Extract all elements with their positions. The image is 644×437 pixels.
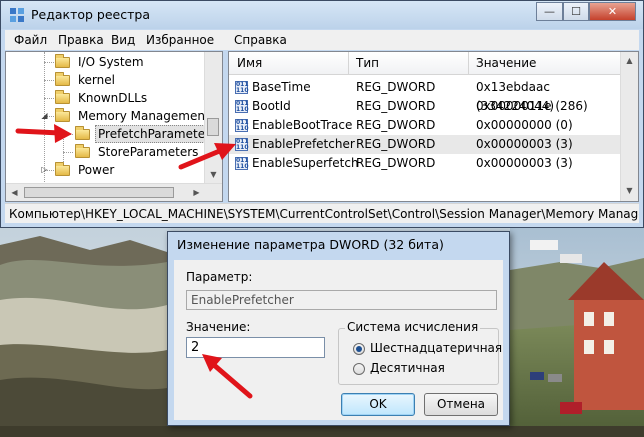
registry-tree-pane[interactable]: I/O System kernel KnownDLLs ◢ Memory Man…: [5, 51, 223, 202]
value-type: REG_DWORD: [356, 99, 436, 113]
tree-guide-line: [63, 134, 73, 135]
registry-values-pane[interactable]: Имя Тип Значение 011 110 BaseTime REG_DWO…: [228, 51, 639, 202]
radix-group-label: Система исчисления: [345, 320, 481, 334]
value-type: REG_DWORD: [356, 80, 436, 94]
column-divider[interactable]: [468, 52, 469, 74]
value-name: BootId: [252, 99, 291, 113]
value-data: 0x00000003 (3): [476, 137, 573, 151]
folder-icon: [75, 126, 90, 140]
tree-item-label: KnownDLLs: [78, 91, 148, 105]
folder-icon: [55, 90, 70, 104]
column-data-header[interactable]: Значение: [476, 56, 536, 70]
scroll-down-arrow-icon[interactable]: ▼: [621, 186, 638, 195]
reg-dword-icon: 011 110: [235, 157, 249, 170]
tree-item-label: I/O System: [78, 55, 144, 69]
expand-arrow-icon[interactable]: ▷: [40, 165, 49, 174]
reg-dword-icon: 011 110: [235, 138, 249, 151]
decimal-radio[interactable]: [353, 363, 365, 375]
value-data: 0x00000003 (3): [476, 156, 573, 170]
tree-guide-line: [44, 98, 54, 99]
registry-editor-icon: [10, 8, 24, 22]
reg-dword-icon: 011 110: [235, 81, 249, 94]
value-row-basetime[interactable]: 011 110 BaseTime REG_DWORD 0x13ebdaac (33…: [229, 78, 621, 113]
value-data: 0x00000000 (0): [476, 118, 573, 132]
menu-favorites[interactable]: Избранное: [146, 33, 214, 47]
parameter-label: Параметр:: [186, 270, 253, 284]
scrollbar-thumb[interactable]: [24, 187, 174, 198]
value-row-enablesuperfetch[interactable]: 011 110 EnableSuperfetch REG_DWORD 0x0000…: [229, 154, 621, 173]
value-type: REG_DWORD: [356, 156, 436, 170]
folder-icon: [55, 162, 70, 176]
value-name: EnableBootTrace: [252, 118, 353, 132]
scrollbar-thumb[interactable]: [207, 118, 219, 136]
close-button[interactable]: ✕: [589, 2, 636, 21]
decimal-radio-label[interactable]: Десятичная: [370, 361, 445, 375]
edit-dword-dialog: Изменение параметра DWORD (32 бита) Пара…: [167, 231, 510, 426]
status-bar-path: Компьютер\HKEY_LOCAL_MACHINE\SYSTEM\Curr…: [5, 203, 639, 223]
value-name: EnablePrefetcher: [252, 137, 355, 151]
value-row-enableboottrace[interactable]: 011 110 EnableBootTrace REG_DWORD 0x00000…: [229, 116, 621, 135]
parameter-name-field: EnablePrefetcher: [186, 290, 497, 310]
menu-file[interactable]: Файл: [14, 33, 47, 47]
folder-icon: [55, 72, 70, 86]
value-type: REG_DWORD: [356, 118, 436, 132]
column-type-header[interactable]: Тип: [356, 56, 379, 70]
value-label: Значение:: [186, 320, 251, 334]
column-divider[interactable]: [348, 52, 349, 74]
dialog-body: Параметр: EnablePrefetcher Значение: 2 С…: [174, 260, 503, 420]
tree-item-label: Power: [78, 163, 115, 177]
tree-guide-line: [44, 80, 54, 81]
radix-groupbox: Система исчисления Шестнадцатеричная Дес…: [338, 320, 502, 385]
column-name-header[interactable]: Имя: [237, 56, 262, 70]
value-data: 0x0000011e (286): [476, 99, 588, 113]
value-name: EnableSuperfetch: [252, 156, 359, 170]
folder-icon: [75, 144, 90, 158]
maximize-button[interactable]: ☐: [563, 2, 589, 21]
value-row-enableprefetcher[interactable]: 011 110 EnablePrefetcher REG_DWORD 0x0000…: [229, 135, 621, 154]
value-type: REG_DWORD: [356, 137, 436, 151]
hex-radio[interactable]: [353, 343, 365, 355]
registry-editor-window: Редактор реестра — ☐ ✕ Файл Правка Вид И…: [0, 0, 644, 228]
dialog-title[interactable]: Изменение параметра DWORD (32 бита): [177, 237, 444, 252]
value-name: BaseTime: [252, 80, 311, 94]
value-row-bootid[interactable]: 011 110 BootId REG_DWORD 0x0000011e (286): [229, 97, 621, 116]
tree-vertical-scrollbar[interactable]: ▼: [204, 52, 222, 184]
folder-open-icon: [55, 108, 70, 122]
menu-bar: Файл Правка Вид Избранное Справка: [5, 30, 639, 50]
tree-guide-line: [44, 62, 54, 63]
title-bar[interactable]: Редактор реестра — ☐ ✕: [1, 1, 643, 29]
menu-edit[interactable]: Правка: [58, 33, 104, 47]
tree-horizontal-scrollbar[interactable]: ◀ ▶: [6, 183, 222, 201]
value-input[interactable]: 2: [186, 337, 325, 358]
scroll-up-arrow-icon[interactable]: ▲: [621, 56, 638, 65]
tree-item-label: StoreParameters: [98, 145, 199, 159]
menu-help[interactable]: Справка: [234, 33, 287, 47]
scroll-down-arrow-icon[interactable]: ▼: [205, 170, 222, 179]
folder-icon: [55, 54, 70, 68]
tree-guide-line: [63, 152, 73, 153]
tree-item-label: Memory Management: [78, 109, 210, 123]
minimize-button[interactable]: —: [536, 2, 563, 21]
ok-button[interactable]: OK: [341, 393, 415, 416]
hex-radio-label[interactable]: Шестнадцатеричная: [370, 341, 502, 355]
tree-item-label: PrefetchParameters: [95, 125, 220, 143]
menu-view[interactable]: Вид: [111, 33, 135, 47]
scroll-right-arrow-icon[interactable]: ▶: [188, 188, 205, 197]
values-vertical-scrollbar[interactable]: ▲ ▼: [620, 52, 638, 201]
tree-item-label: kernel: [78, 73, 115, 87]
reg-dword-icon: 011 110: [235, 119, 249, 132]
tree-guide-line: [63, 130, 64, 166]
cancel-button[interactable]: Отмена: [424, 393, 498, 416]
window-title: Редактор реестра: [31, 7, 150, 22]
reg-dword-icon: 011 110: [235, 100, 249, 113]
scroll-left-arrow-icon[interactable]: ◀: [6, 188, 23, 197]
collapse-arrow-icon[interactable]: ◢: [40, 111, 49, 120]
values-column-header: Имя Тип Значение: [229, 52, 638, 75]
